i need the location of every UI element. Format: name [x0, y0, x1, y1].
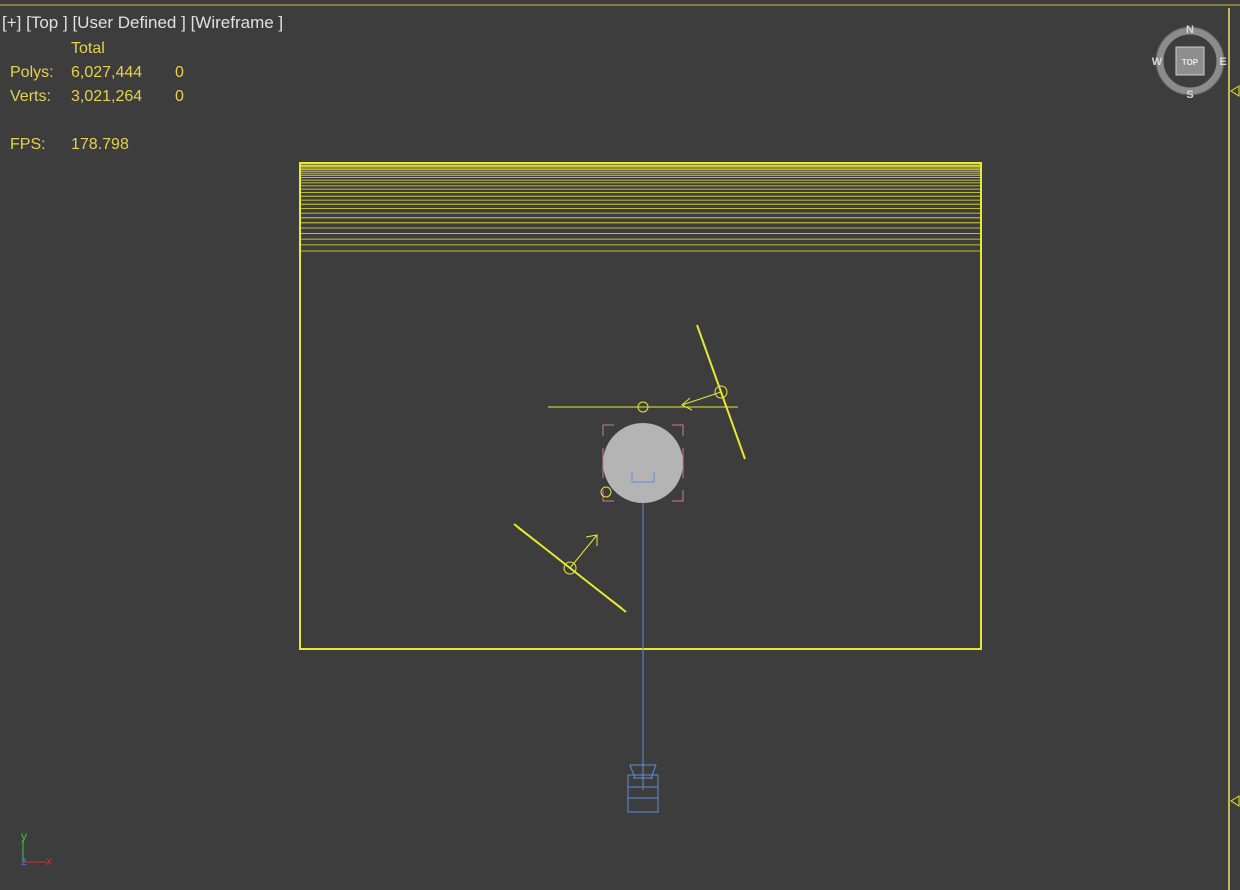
compass-north-label: N	[1186, 24, 1194, 36]
scene-wireframe: TOP N S E W y z x	[21, 24, 1240, 868]
axis-z-label: z	[21, 854, 27, 868]
viewcube[interactable]: TOP N S E W	[1152, 24, 1227, 101]
axis-y-label: y	[21, 829, 27, 843]
axis-tripod: y z x	[21, 829, 52, 868]
area-light-right-arrowhead	[681, 397, 693, 411]
compass-west-label: W	[1152, 56, 1163, 68]
viewcube-face-label: TOP	[1182, 58, 1199, 67]
area-light-left-direction	[569, 534, 598, 569]
axis-x-label: x	[46, 854, 52, 868]
sphere-object[interactable]	[603, 423, 683, 503]
scroll-marker-top[interactable]	[1230, 85, 1240, 97]
backdrop-curve-segments	[300, 164, 980, 252]
backdrop-plane-outline[interactable]	[299, 162, 982, 650]
area-light-right-direction	[681, 391, 722, 406]
scroll-marker-bottom[interactable]	[1230, 795, 1240, 807]
compass-east-label: E	[1219, 56, 1226, 68]
compass-south-label: S	[1186, 89, 1193, 101]
